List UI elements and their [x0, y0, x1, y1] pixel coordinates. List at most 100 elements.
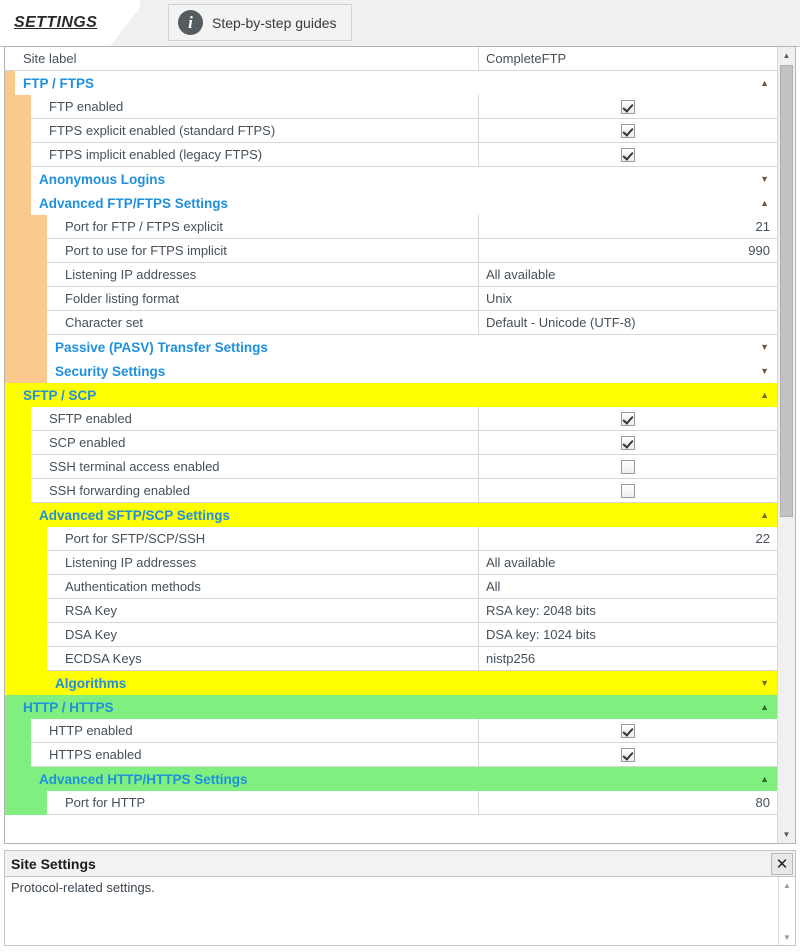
- section-header[interactable]: FTP / FTPS ▲: [15, 71, 777, 95]
- section-header[interactable]: Security Settings ▼: [47, 359, 777, 383]
- setting-row: SSH forwarding enabled: [5, 479, 777, 503]
- section-header[interactable]: Passive (PASV) Transfer Settings ▼: [47, 335, 777, 359]
- setting-cells: FTPS implicit enabled (legacy FTPS): [31, 143, 777, 167]
- indent-gutter: [37, 671, 47, 695]
- setting-value[interactable]: 990: [479, 239, 777, 262]
- indent-gutter: [21, 671, 37, 695]
- checkbox-checked-icon[interactable]: [621, 123, 635, 138]
- section-header-label: Advanced HTTP/HTTPS Settings: [39, 771, 248, 787]
- settings-grid-rows: Site label CompleteFTP FTP / FTPS ▲ FTP enab…: [5, 47, 777, 843]
- checkbox-unchecked-icon[interactable]: [621, 483, 635, 498]
- setting-label: HTTP enabled: [31, 719, 479, 742]
- tab-edge-decoration: [110, 0, 146, 46]
- indent-gutter: [5, 191, 21, 215]
- chevron-up-icon[interactable]: ▲: [760, 510, 769, 520]
- setting-cells: FTP enabled: [31, 95, 777, 119]
- setting-value[interactable]: [479, 455, 777, 478]
- section-header-row: Advanced HTTP/HTTPS Settings ▲: [5, 767, 777, 791]
- setting-label: SSH terminal access enabled: [31, 455, 479, 478]
- chevron-up-icon[interactable]: ▲: [760, 390, 769, 400]
- section-header[interactable]: Algorithms ▼: [47, 671, 777, 695]
- chevron-up-icon[interactable]: ▲: [760, 78, 769, 88]
- indent-gutter: [5, 455, 31, 479]
- indent-gutter: [5, 695, 15, 719]
- setting-value[interactable]: nistp256: [479, 647, 777, 670]
- setting-value[interactable]: [479, 431, 777, 454]
- setting-cells: Authentication methods All: [47, 575, 777, 599]
- chevron-down-icon[interactable]: ▼: [760, 174, 769, 184]
- section-header[interactable]: SFTP / SCP ▲: [15, 383, 777, 407]
- help-scroll-up-button[interactable]: ▲: [779, 877, 795, 893]
- section-header-row: Advanced SFTP/SCP Settings ▲: [5, 503, 777, 527]
- setting-value[interactable]: Unix: [479, 287, 777, 310]
- checkbox-checked-icon[interactable]: [621, 723, 635, 738]
- setting-value[interactable]: [479, 743, 777, 766]
- chevron-down-icon[interactable]: ▼: [760, 342, 769, 352]
- checkbox-checked-icon[interactable]: [621, 411, 635, 426]
- setting-label: Port to use for FTPS implicit: [47, 239, 479, 262]
- setting-value[interactable]: Default - Unicode (UTF-8): [479, 311, 777, 334]
- setting-value[interactable]: All available: [479, 263, 777, 286]
- chevron-up-icon[interactable]: ▲: [760, 702, 769, 712]
- scroll-down-button[interactable]: ▼: [778, 826, 795, 843]
- scrollbar-thumb[interactable]: [780, 65, 793, 517]
- setting-row: Port for SFTP/SCP/SSH 22: [5, 527, 777, 551]
- checkbox-unchecked-icon[interactable]: [621, 459, 635, 474]
- setting-value[interactable]: [479, 719, 777, 742]
- setting-value[interactable]: [479, 119, 777, 142]
- indent-gutter: [5, 623, 31, 647]
- indent-gutter: [5, 551, 31, 575]
- info-icon: i: [178, 10, 203, 35]
- site-settings-help-panel: Site Settings ✕ Protocol-related setting…: [4, 850, 796, 948]
- checkbox-checked-icon[interactable]: [621, 435, 635, 450]
- help-scroll-down-button[interactable]: ▼: [779, 929, 795, 945]
- setting-value[interactable]: RSA key: 2048 bits: [479, 599, 777, 622]
- setting-value[interactable]: All available: [479, 551, 777, 574]
- setting-cells: HTTPS enabled: [31, 743, 777, 767]
- checkbox-checked-icon[interactable]: [621, 99, 635, 114]
- indent-gutter: [5, 791, 31, 815]
- setting-label: SCP enabled: [31, 431, 479, 454]
- setting-row: FTP enabled: [5, 95, 777, 119]
- section-header[interactable]: Advanced SFTP/SCP Settings ▲: [31, 503, 777, 527]
- setting-value[interactable]: [479, 479, 777, 502]
- scroll-up-button[interactable]: ▲: [778, 47, 795, 64]
- setting-label: Port for FTP / FTPS explicit: [47, 215, 479, 238]
- setting-value[interactable]: [479, 143, 777, 166]
- section-header-row: Algorithms ▼: [5, 671, 777, 695]
- setting-cells: Folder listing format Unix: [47, 287, 777, 311]
- setting-label: Port for SFTP/SCP/SSH: [47, 527, 479, 550]
- setting-value[interactable]: [479, 95, 777, 118]
- step-by-step-guides-button[interactable]: i Step-by-step guides: [168, 4, 352, 41]
- setting-row: Port for FTP / FTPS explicit 21: [5, 215, 777, 239]
- indent-gutter: [31, 551, 47, 575]
- indent-gutter: [31, 287, 47, 311]
- chevron-up-icon[interactable]: ▲: [760, 198, 769, 208]
- chevron-down-icon[interactable]: ▼: [760, 678, 769, 688]
- section-header[interactable]: HTTP / HTTPS ▲: [15, 695, 777, 719]
- chevron-up-icon[interactable]: ▲: [760, 774, 769, 784]
- section-header[interactable]: Advanced HTTP/HTTPS Settings ▲: [31, 767, 777, 791]
- setting-value[interactable]: 21: [479, 215, 777, 238]
- indent-gutter: [31, 239, 47, 263]
- setting-value[interactable]: [479, 407, 777, 430]
- checkbox-checked-icon[interactable]: [621, 747, 635, 762]
- setting-value[interactable]: DSA key: 1024 bits: [479, 623, 777, 646]
- indent-gutter: [5, 383, 15, 407]
- setting-value[interactable]: All: [479, 575, 777, 598]
- help-panel-scrollbar[interactable]: ▲ ▼: [778, 877, 795, 945]
- indent-gutter: [5, 743, 31, 767]
- section-header[interactable]: Anonymous Logins ▼: [31, 167, 777, 191]
- setting-value[interactable]: 80: [479, 791, 777, 814]
- grid-vertical-scrollbar[interactable]: ▲ ▼: [777, 47, 795, 843]
- setting-value[interactable]: CompleteFTP: [479, 47, 777, 70]
- setting-label: DSA Key: [47, 623, 479, 646]
- checkbox-checked-icon[interactable]: [621, 147, 635, 162]
- indent-gutter: [31, 575, 47, 599]
- indent-gutter: [31, 263, 47, 287]
- indent-gutter: [5, 767, 21, 791]
- setting-value[interactable]: 22: [479, 527, 777, 550]
- close-icon[interactable]: ✕: [771, 852, 793, 875]
- chevron-down-icon[interactable]: ▼: [760, 366, 769, 376]
- section-header[interactable]: Advanced FTP/FTPS Settings ▲: [31, 191, 777, 215]
